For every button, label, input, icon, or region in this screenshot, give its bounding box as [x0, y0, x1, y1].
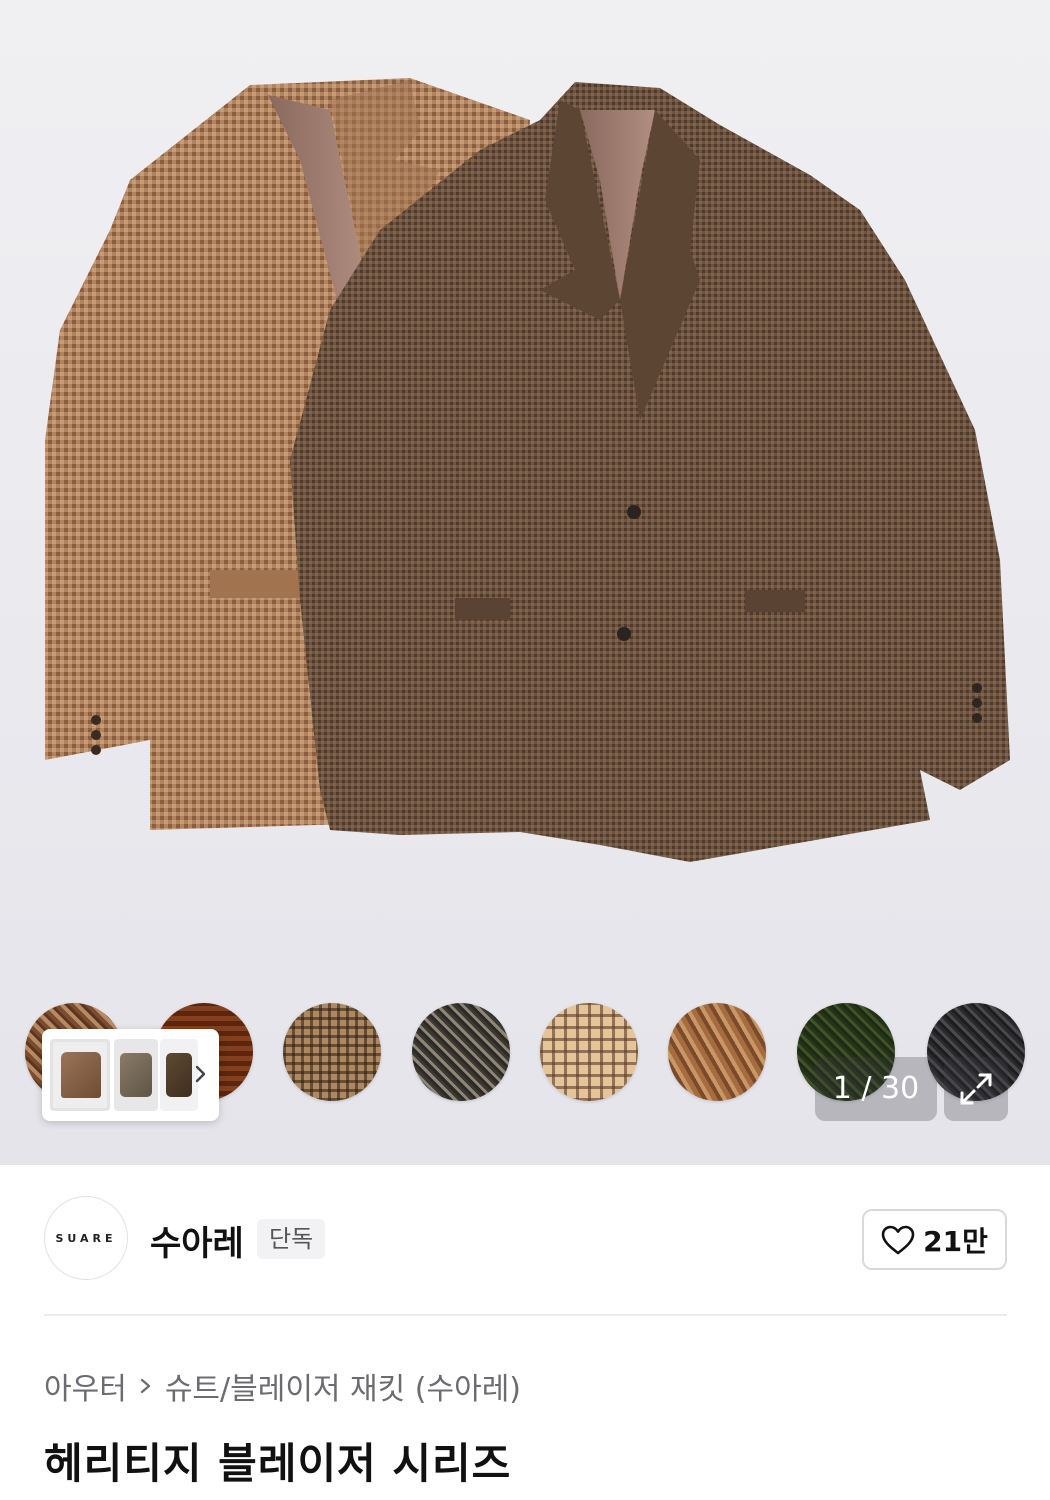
- swatch-4[interactable]: [412, 1003, 510, 1101]
- product-image-gallery[interactable]: 1 / 30: [0, 0, 1050, 1165]
- swatch-3[interactable]: [283, 1003, 381, 1101]
- thumbnail-1[interactable]: [50, 1039, 110, 1111]
- divider: [44, 1314, 1007, 1316]
- thumbnail-strip[interactable]: [42, 1029, 219, 1121]
- like-count: 21만: [923, 1224, 988, 1258]
- product-title: 헤리티지 블레이저 시리즈: [44, 1439, 512, 1488]
- chevron-right-icon: [140, 1378, 150, 1394]
- exclusive-badge: 단독: [257, 1219, 326, 1259]
- expand-icon: [960, 1073, 992, 1105]
- like-button[interactable]: 21만: [862, 1209, 1007, 1270]
- chevron-right-icon[interactable]: [193, 1059, 209, 1089]
- product-photo: [45, 78, 1010, 862]
- swatch-5[interactable]: [540, 1003, 638, 1101]
- thumbnail-2[interactable]: [114, 1039, 158, 1111]
- heart-icon: [881, 1225, 915, 1254]
- swatch-6[interactable]: [668, 1003, 766, 1101]
- image-counter: 1 / 30: [815, 1057, 937, 1121]
- expand-button[interactable]: [944, 1057, 1008, 1121]
- brand-name[interactable]: 수아레: [150, 1216, 244, 1265]
- breadcrumb-category[interactable]: 아우터: [44, 1364, 127, 1408]
- breadcrumb-subcategory[interactable]: 슈트/블레이저 재킷 (수아레): [165, 1364, 521, 1408]
- breadcrumb: 아우터 슈트/블레이저 재킷 (수아레): [44, 1364, 521, 1408]
- brand-logo[interactable]: SUARE: [44, 1196, 128, 1280]
